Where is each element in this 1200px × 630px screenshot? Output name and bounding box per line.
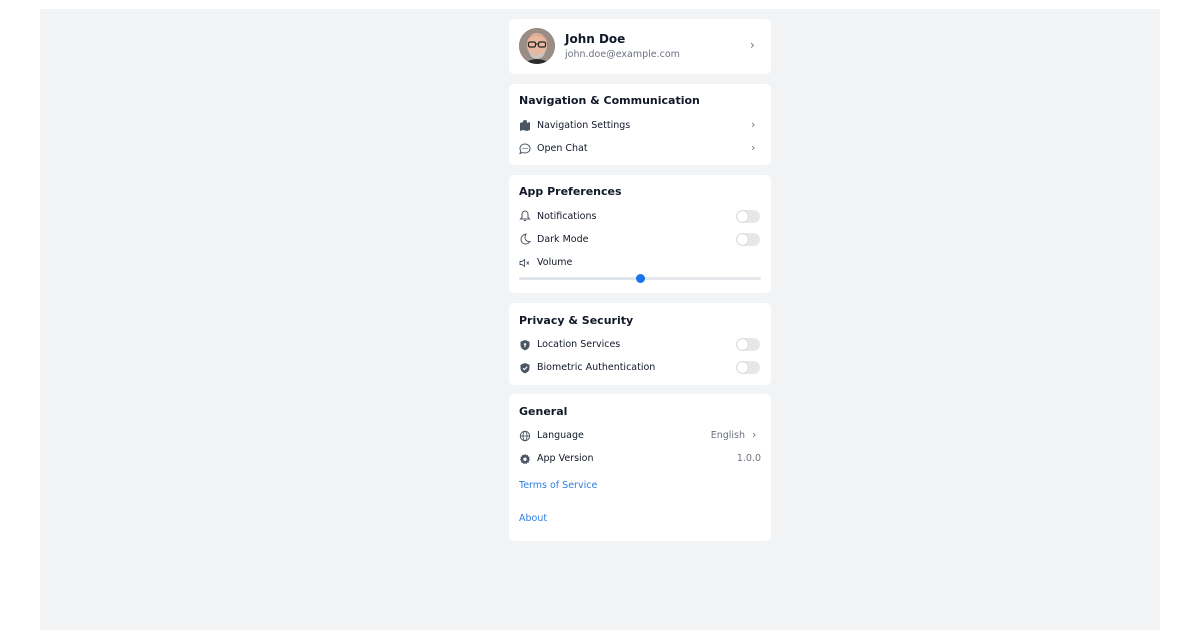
- row-label: Navigation Settings: [537, 120, 631, 131]
- toggle-knob: [737, 234, 748, 245]
- section-title: Privacy & Security: [519, 314, 634, 327]
- profile-name: John Doe: [565, 32, 626, 46]
- app-version-value: 1.0.0: [736, 453, 761, 464]
- location-services-toggle[interactable]: [736, 338, 760, 351]
- globe-icon: [519, 430, 531, 442]
- avatar: [519, 28, 555, 64]
- profile-card[interactable]: John Doe john.doe@example.com ›: [509, 19, 771, 74]
- about-link[interactable]: About: [519, 513, 547, 524]
- bell-icon: [519, 210, 531, 222]
- row-label: Open Chat: [537, 143, 588, 154]
- navigation-settings-row[interactable]: Navigation Settings ›: [509, 118, 771, 134]
- open-chat-row[interactable]: Open Chat ›: [509, 141, 771, 157]
- moon-icon: [520, 233, 531, 245]
- dark-mode-toggle[interactable]: [736, 233, 760, 246]
- navigation-section: Navigation & Communication Navigation Se…: [509, 84, 771, 165]
- location-services-label: Location Services: [537, 339, 621, 350]
- volume-mute-icon: [519, 258, 530, 268]
- terms-of-service-link[interactable]: Terms of Service: [519, 480, 597, 491]
- profile-email: john.doe@example.com: [565, 49, 680, 60]
- toggle-knob: [737, 362, 748, 373]
- shield-icon: [520, 340, 530, 351]
- language-label: Language: [537, 430, 584, 441]
- notifications-label: Notifications: [537, 211, 597, 222]
- notifications-toggle[interactable]: [736, 210, 760, 223]
- app-version-label: App Version: [537, 453, 594, 464]
- section-title: General: [519, 405, 568, 418]
- language-row[interactable]: Language English ›: [509, 428, 771, 444]
- toggle-knob: [737, 211, 748, 222]
- volume-slider[interactable]: [519, 274, 761, 283]
- chevron-right-icon: ›: [752, 428, 757, 441]
- chevron-right-icon: ›: [751, 141, 756, 154]
- gear-icon: [519, 453, 531, 465]
- chevron-right-icon: ›: [750, 38, 755, 52]
- volume-label: Volume: [537, 257, 573, 268]
- shield-check-icon: [520, 363, 530, 374]
- dark-mode-label: Dark Mode: [537, 234, 589, 245]
- settings-screen: John Doe john.doe@example.com › Navigati…: [40, 9, 1160, 630]
- app-preferences-section: App Preferences Notifications Dark Mode …: [509, 175, 771, 293]
- biometric-authentication-toggle[interactable]: [736, 361, 760, 374]
- app-version-row: App Version 1.0.0: [509, 451, 771, 467]
- chat-icon: [519, 143, 531, 155]
- slider-fill: [519, 277, 640, 280]
- chevron-right-icon: ›: [751, 118, 756, 131]
- language-value: English: [710, 430, 745, 441]
- general-section: General Language English › App Version 1…: [509, 394, 771, 541]
- toggle-knob: [737, 339, 748, 350]
- map-icon: [520, 120, 530, 131]
- biometric-authentication-label: Biometric Authentication: [537, 362, 656, 373]
- privacy-security-section: Privacy & Security Location Services Bio…: [509, 303, 771, 385]
- slider-thumb[interactable]: [635, 274, 645, 283]
- section-title: Navigation & Communication: [519, 94, 700, 107]
- section-title: App Preferences: [519, 185, 622, 198]
